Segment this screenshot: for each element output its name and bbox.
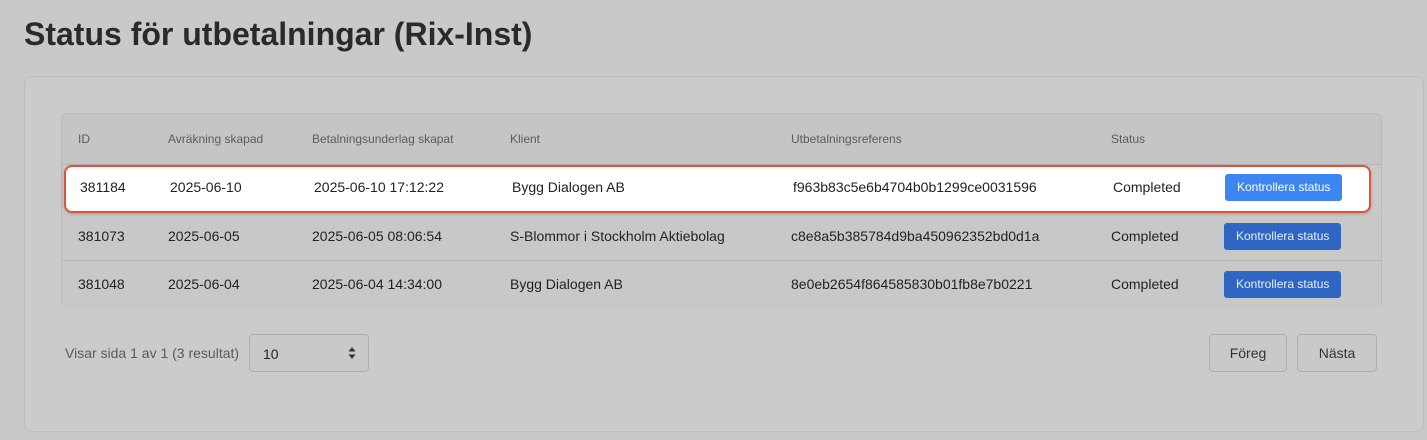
- previous-page-button[interactable]: Föreg: [1209, 334, 1287, 372]
- column-header-id: ID: [78, 132, 90, 146]
- cell-reference: f963b83c5e6b4704b0b1299ce0031596: [793, 179, 1037, 195]
- page-title: Status för utbetalningar (Rix-Inst): [24, 16, 533, 52]
- cell-payment-basis-created: 2025-06-10 17:12:22: [314, 179, 444, 195]
- table-row: 381073 2025-06-05 2025-06-05 08:06:54 S-…: [62, 213, 1381, 261]
- cell-status: Completed: [1113, 179, 1181, 195]
- cell-client: Bygg Dialogen AB: [512, 179, 625, 195]
- cell-payment-basis-created: 2025-06-04 14:34:00: [312, 276, 442, 292]
- cell-client: Bygg Dialogen AB: [510, 276, 623, 292]
- cell-id: 381073: [78, 228, 125, 244]
- column-header-status: Status: [1111, 132, 1146, 146]
- column-header-client: Klient: [510, 132, 541, 146]
- check-status-button[interactable]: Kontrollera status: [1225, 174, 1343, 201]
- cell-settlement-created: 2025-06-04: [168, 276, 240, 292]
- payouts-table: ID Avräkning skapad Betalningsunderlag s…: [61, 113, 1382, 309]
- cell-status: Completed: [1111, 228, 1179, 244]
- cell-id: 381048: [78, 276, 125, 292]
- check-status-button[interactable]: Kontrollera status: [1224, 271, 1342, 298]
- page-size-select[interactable]: 10: [249, 334, 369, 372]
- column-header-reference: Utbetalningsreferens: [791, 132, 902, 146]
- table-row-highlighted: 381184 2025-06-10 2025-06-10 17:12:22 By…: [64, 165, 1371, 213]
- sort-arrows-icon: [348, 347, 356, 359]
- page-size-value: 10: [263, 346, 279, 362]
- cell-reference: c8e8a5b385784d9ba450962352bd0d1a: [791, 228, 1040, 244]
- pagination-summary: Visar sida 1 av 1 (3 resultat): [65, 345, 240, 361]
- table-header: ID Avräkning skapad Betalningsunderlag s…: [62, 114, 1381, 165]
- column-header-settlement-created: Avräkning skapad: [168, 132, 264, 146]
- cell-id: 381184: [80, 179, 126, 195]
- cell-payment-basis-created: 2025-06-05 08:06:54: [312, 228, 442, 244]
- cell-client: S-Blommor i Stockholm Aktiebolag: [510, 228, 725, 244]
- check-status-button[interactable]: Kontrollera status: [1224, 223, 1342, 250]
- cell-settlement-created: 2025-06-05: [168, 228, 240, 244]
- cell-status: Completed: [1111, 276, 1179, 292]
- cell-settlement-created: 2025-06-10: [170, 179, 242, 195]
- next-page-button[interactable]: Nästa: [1297, 334, 1377, 372]
- column-header-payment-basis-created: Betalningsunderlag skapat: [312, 132, 454, 146]
- table-row: 381048 2025-06-04 2025-06-04 14:34:00 By…: [62, 261, 1381, 309]
- payouts-card: ID Avräkning skapad Betalningsunderlag s…: [24, 76, 1424, 432]
- cell-reference: 8e0eb2654f864585830b01fb8e7b0221: [791, 276, 1033, 292]
